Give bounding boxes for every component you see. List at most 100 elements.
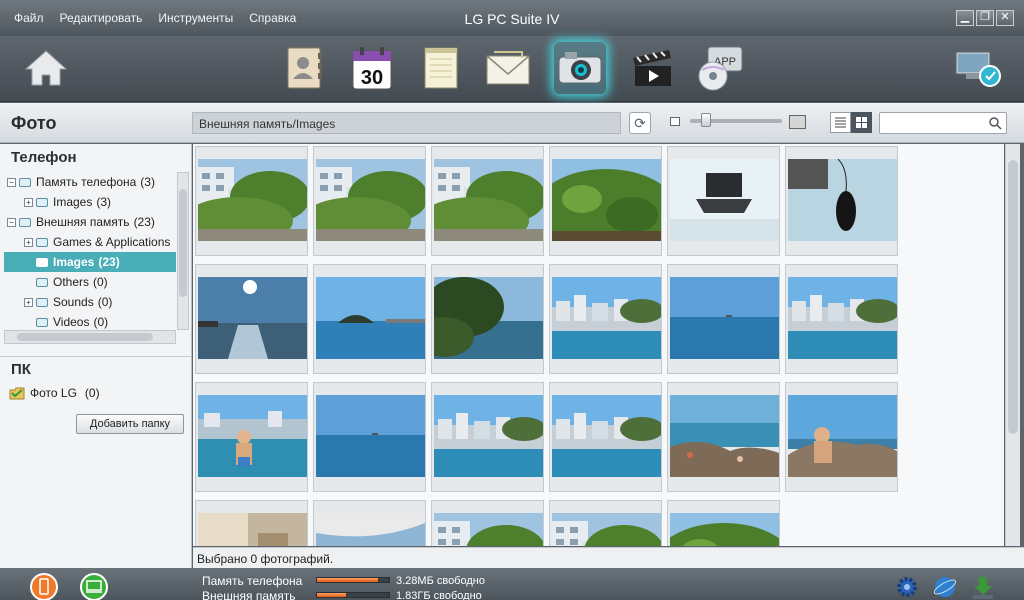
minimize-button[interactable]: ▁ xyxy=(956,10,974,26)
add-folder-button[interactable]: Добавить папку xyxy=(76,414,184,434)
photo-image xyxy=(670,513,779,546)
download-icon[interactable] xyxy=(970,574,996,600)
pc-device-icon[interactable] xyxy=(80,573,108,600)
photo-image xyxy=(552,159,661,241)
slider-thumb[interactable] xyxy=(701,113,711,127)
scrollbar-thumb[interactable] xyxy=(179,189,187,297)
photo-image xyxy=(198,513,307,546)
photo-thumbnail[interactable] xyxy=(549,146,662,256)
app-icon[interactable]: APP xyxy=(694,42,746,94)
photo-image xyxy=(198,277,307,359)
calendar-icon[interactable]: 30 xyxy=(346,42,398,94)
photo-image xyxy=(434,395,543,477)
photo-thumbnail[interactable] xyxy=(431,382,544,492)
section-title: Фото xyxy=(11,113,57,133)
pc-folder-label: Фото LG xyxy=(30,386,77,400)
tree-expander[interactable]: + xyxy=(24,197,33,207)
photo-thumbnail[interactable] xyxy=(431,146,544,256)
tree-item-label: Videos xyxy=(53,315,90,329)
photo-thumbnail[interactable] xyxy=(785,264,898,374)
photo-thumbnail[interactable] xyxy=(313,264,426,374)
tree-item-label: Sounds xyxy=(53,295,94,309)
close-button[interactable]: ✕ xyxy=(996,10,1014,26)
photo-image xyxy=(434,277,543,359)
photo-thumbnail[interactable] xyxy=(667,264,780,374)
photo-thumbnail[interactable] xyxy=(195,146,308,256)
photo-thumbnail[interactable] xyxy=(667,382,780,492)
tree-expander[interactable]: − xyxy=(7,177,16,187)
tree-expander[interactable]: + xyxy=(24,297,33,307)
tree-item[interactable]: + Games & Applications xyxy=(4,232,176,252)
phone-memory-free: 3.28МБ свободно xyxy=(396,575,485,587)
photo-thumbnail[interactable] xyxy=(549,382,662,492)
pc-folder-item[interactable]: Фото LG (0) xyxy=(9,386,100,400)
external-memory-label: Внешняя память xyxy=(202,589,296,600)
contacts-icon[interactable] xyxy=(278,42,330,94)
tree-item[interactable]: Others (0) xyxy=(4,272,176,292)
tree-vertical-scrollbar[interactable] xyxy=(177,172,189,330)
memo-icon[interactable] xyxy=(414,42,466,94)
search-icon[interactable] xyxy=(988,116,1002,130)
restore-button[interactable]: ❐ xyxy=(976,10,994,26)
tree-item-label: Внешняя память xyxy=(36,215,130,229)
left-panel: Телефон − Память телефона (3) + Images (3) − Вн… xyxy=(0,144,192,568)
photo-thumbnail[interactable] xyxy=(313,500,426,546)
photo-thumbnail[interactable] xyxy=(667,146,780,256)
tree-expander[interactable]: − xyxy=(7,217,16,227)
tree-horizontal-scrollbar[interactable] xyxy=(4,330,176,344)
phone-device-icon[interactable] xyxy=(30,573,58,600)
search-input[interactable] xyxy=(879,112,1007,134)
photo-thumbnail[interactable] xyxy=(549,264,662,374)
folder-icon xyxy=(36,237,48,247)
tree-expander[interactable]: + xyxy=(24,237,33,247)
photo-thumbnail[interactable] xyxy=(785,382,898,492)
folder-tree: − Память телефона (3) + Images (3) − Внешняя па… xyxy=(4,172,176,330)
tree-item[interactable]: + Sounds (0) xyxy=(4,292,176,312)
menu-tools[interactable]: Инструменты xyxy=(158,11,233,25)
list-view-button[interactable] xyxy=(830,112,851,133)
photo-thumbnail[interactable] xyxy=(667,500,780,546)
photo-thumbnail[interactable] xyxy=(195,500,308,546)
photo-image xyxy=(552,395,661,477)
photo-image xyxy=(670,159,779,241)
main-toolbar: 30 APP xyxy=(0,36,1024,102)
photo-thumbnail[interactable] xyxy=(313,382,426,492)
photo-thumbnail[interactable] xyxy=(431,264,544,374)
photo-thumbnail[interactable] xyxy=(549,500,662,546)
title-bar: Файл Редактировать Инструменты Справка L… xyxy=(0,0,1024,36)
tree-item[interactable]: − Внешняя память (23) xyxy=(4,212,176,232)
tree-item[interactable]: Videos (0) xyxy=(4,312,176,330)
settings-gear-icon[interactable] xyxy=(894,574,920,600)
scrollbar-thumb[interactable] xyxy=(17,333,153,341)
messages-icon[interactable] xyxy=(482,42,534,94)
external-memory-fill xyxy=(317,593,346,597)
home-icon[interactable] xyxy=(20,42,72,94)
video-icon[interactable] xyxy=(626,42,678,94)
scrollbar-thumb[interactable] xyxy=(1008,160,1018,434)
photo-image xyxy=(670,395,779,477)
menu-help[interactable]: Справка xyxy=(249,11,296,25)
menu-file[interactable]: Файл xyxy=(14,11,44,25)
internet-globe-icon[interactable] xyxy=(932,574,958,600)
photo-image xyxy=(316,513,425,546)
zoom-small-icon xyxy=(670,117,680,126)
tree-item[interactable]: + Images (3) xyxy=(4,192,176,212)
refresh-button[interactable]: ⟳ xyxy=(629,112,651,134)
tree-item-label: Память телефона xyxy=(36,175,137,189)
photo-thumbnail[interactable] xyxy=(195,382,308,492)
sync-icon[interactable] xyxy=(952,42,1004,94)
phone-heading: Телефон xyxy=(11,149,77,166)
photo-thumbnail[interactable] xyxy=(785,146,898,256)
tree-item-label: Images xyxy=(53,195,93,209)
tree-item[interactable]: Images (23) xyxy=(4,252,176,272)
photo-thumbnail[interactable] xyxy=(313,146,426,256)
tree-item[interactable]: − Память телефона (3) xyxy=(4,172,176,192)
photo-thumbnail[interactable] xyxy=(195,264,308,374)
photo-thumbnail[interactable] xyxy=(431,500,544,546)
folder-icon xyxy=(19,217,31,227)
folder-icon xyxy=(36,277,48,287)
menu-edit[interactable]: Редактировать xyxy=(60,11,143,25)
grid-vertical-scrollbar[interactable] xyxy=(1005,144,1020,546)
photo-icon[interactable] xyxy=(554,42,606,94)
grid-view-button[interactable] xyxy=(851,112,872,133)
